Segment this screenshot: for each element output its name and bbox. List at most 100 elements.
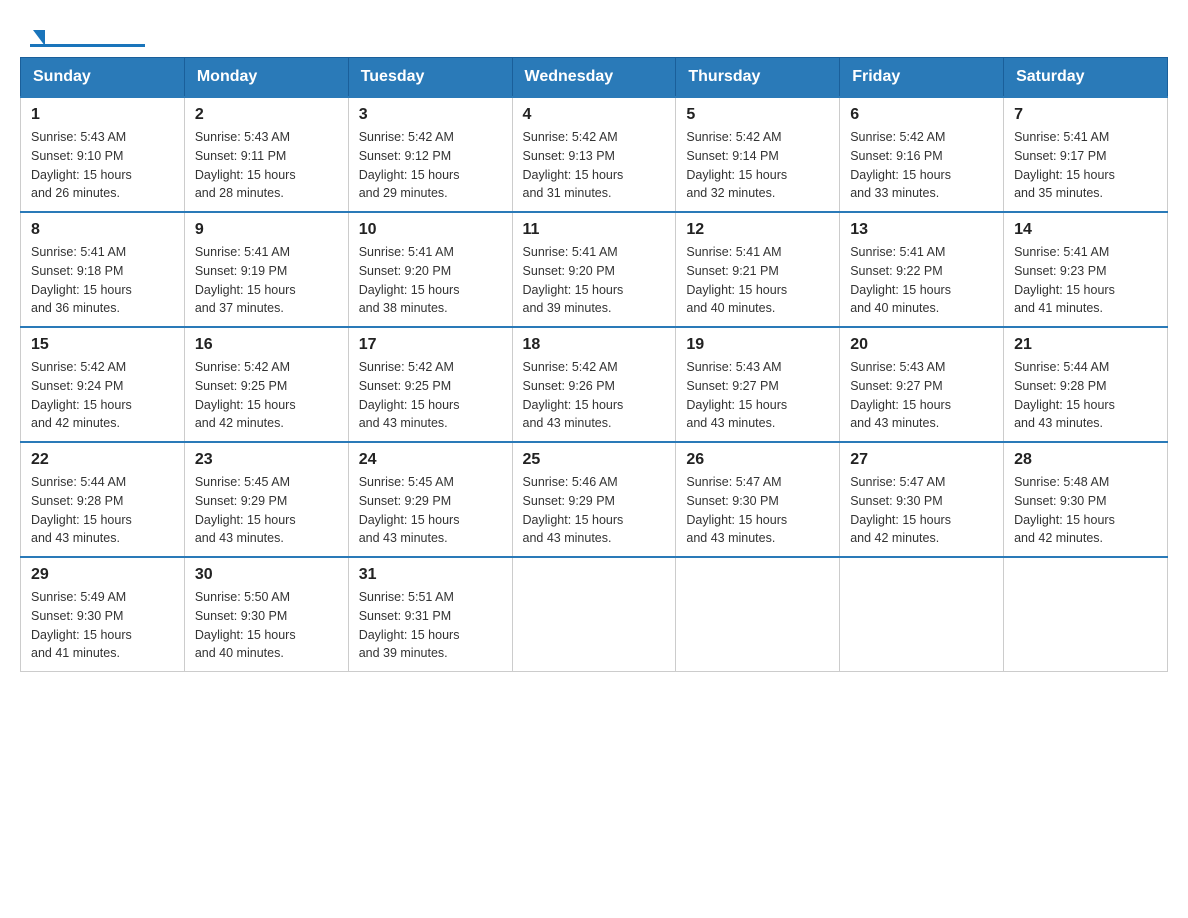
day-number: 20 — [850, 336, 993, 354]
calendar-week-4: 22 Sunrise: 5:44 AM Sunset: 9:28 PM Dayl… — [21, 442, 1168, 557]
calendar-empty-cell — [840, 557, 1004, 672]
day-info: Sunrise: 5:43 AM Sunset: 9:11 PM Dayligh… — [195, 128, 338, 203]
day-info: Sunrise: 5:41 AM Sunset: 9:18 PM Dayligh… — [31, 243, 174, 318]
weekday-header-thursday: Thursday — [676, 58, 840, 98]
day-number: 24 — [359, 451, 502, 469]
day-info: Sunrise: 5:41 AM Sunset: 9:19 PM Dayligh… — [195, 243, 338, 318]
weekday-header-row: SundayMondayTuesdayWednesdayThursdayFrid… — [21, 58, 1168, 98]
calendar-day-8: 8 Sunrise: 5:41 AM Sunset: 9:18 PM Dayli… — [21, 212, 185, 327]
calendar-day-25: 25 Sunrise: 5:46 AM Sunset: 9:29 PM Dayl… — [512, 442, 676, 557]
day-info: Sunrise: 5:43 AM Sunset: 9:10 PM Dayligh… — [31, 128, 174, 203]
calendar-day-5: 5 Sunrise: 5:42 AM Sunset: 9:14 PM Dayli… — [676, 97, 840, 212]
page-header — [20, 20, 1168, 47]
calendar-day-3: 3 Sunrise: 5:42 AM Sunset: 9:12 PM Dayli… — [348, 97, 512, 212]
day-number: 7 — [1014, 106, 1157, 124]
day-number: 14 — [1014, 221, 1157, 239]
day-info: Sunrise: 5:43 AM Sunset: 9:27 PM Dayligh… — [686, 358, 829, 433]
weekday-header-saturday: Saturday — [1004, 58, 1168, 98]
day-number: 19 — [686, 336, 829, 354]
calendar-day-1: 1 Sunrise: 5:43 AM Sunset: 9:10 PM Dayli… — [21, 97, 185, 212]
day-info: Sunrise: 5:51 AM Sunset: 9:31 PM Dayligh… — [359, 588, 502, 663]
day-number: 6 — [850, 106, 993, 124]
day-number: 16 — [195, 336, 338, 354]
calendar-day-31: 31 Sunrise: 5:51 AM Sunset: 9:31 PM Dayl… — [348, 557, 512, 672]
calendar-day-18: 18 Sunrise: 5:42 AM Sunset: 9:26 PM Dayl… — [512, 327, 676, 442]
day-info: Sunrise: 5:47 AM Sunset: 9:30 PM Dayligh… — [850, 473, 993, 548]
day-number: 23 — [195, 451, 338, 469]
logo-triangle-icon — [33, 30, 45, 46]
logo-icon — [30, 30, 145, 47]
day-number: 1 — [31, 106, 174, 124]
day-info: Sunrise: 5:47 AM Sunset: 9:30 PM Dayligh… — [686, 473, 829, 548]
weekday-header-wednesday: Wednesday — [512, 58, 676, 98]
calendar-week-5: 29 Sunrise: 5:49 AM Sunset: 9:30 PM Dayl… — [21, 557, 1168, 672]
day-info: Sunrise: 5:41 AM Sunset: 9:22 PM Dayligh… — [850, 243, 993, 318]
day-info: Sunrise: 5:42 AM Sunset: 9:26 PM Dayligh… — [523, 358, 666, 433]
day-info: Sunrise: 5:46 AM Sunset: 9:29 PM Dayligh… — [523, 473, 666, 548]
day-info: Sunrise: 5:45 AM Sunset: 9:29 PM Dayligh… — [359, 473, 502, 548]
day-number: 15 — [31, 336, 174, 354]
calendar-day-14: 14 Sunrise: 5:41 AM Sunset: 9:23 PM Dayl… — [1004, 212, 1168, 327]
day-number: 22 — [31, 451, 174, 469]
day-info: Sunrise: 5:42 AM Sunset: 9:25 PM Dayligh… — [195, 358, 338, 433]
calendar-day-7: 7 Sunrise: 5:41 AM Sunset: 9:17 PM Dayli… — [1004, 97, 1168, 212]
calendar-day-11: 11 Sunrise: 5:41 AM Sunset: 9:20 PM Dayl… — [512, 212, 676, 327]
day-info: Sunrise: 5:42 AM Sunset: 9:14 PM Dayligh… — [686, 128, 829, 203]
day-info: Sunrise: 5:44 AM Sunset: 9:28 PM Dayligh… — [1014, 358, 1157, 433]
day-info: Sunrise: 5:48 AM Sunset: 9:30 PM Dayligh… — [1014, 473, 1157, 548]
day-number: 29 — [31, 566, 174, 584]
calendar-day-30: 30 Sunrise: 5:50 AM Sunset: 9:30 PM Dayl… — [184, 557, 348, 672]
calendar-day-27: 27 Sunrise: 5:47 AM Sunset: 9:30 PM Dayl… — [840, 442, 1004, 557]
day-number: 31 — [359, 566, 502, 584]
day-info: Sunrise: 5:41 AM Sunset: 9:20 PM Dayligh… — [359, 243, 502, 318]
calendar-day-6: 6 Sunrise: 5:42 AM Sunset: 9:16 PM Dayli… — [840, 97, 1004, 212]
day-number: 3 — [359, 106, 502, 124]
calendar-day-4: 4 Sunrise: 5:42 AM Sunset: 9:13 PM Dayli… — [512, 97, 676, 212]
weekday-header-friday: Friday — [840, 58, 1004, 98]
day-number: 10 — [359, 221, 502, 239]
day-number: 25 — [523, 451, 666, 469]
day-number: 21 — [1014, 336, 1157, 354]
day-number: 27 — [850, 451, 993, 469]
day-info: Sunrise: 5:41 AM Sunset: 9:17 PM Dayligh… — [1014, 128, 1157, 203]
calendar-day-20: 20 Sunrise: 5:43 AM Sunset: 9:27 PM Dayl… — [840, 327, 1004, 442]
day-number: 2 — [195, 106, 338, 124]
day-number: 8 — [31, 221, 174, 239]
day-info: Sunrise: 5:50 AM Sunset: 9:30 PM Dayligh… — [195, 588, 338, 663]
day-info: Sunrise: 5:42 AM Sunset: 9:16 PM Dayligh… — [850, 128, 993, 203]
day-number: 26 — [686, 451, 829, 469]
day-number: 11 — [523, 221, 666, 239]
calendar-day-15: 15 Sunrise: 5:42 AM Sunset: 9:24 PM Dayl… — [21, 327, 185, 442]
day-number: 5 — [686, 106, 829, 124]
day-number: 13 — [850, 221, 993, 239]
day-info: Sunrise: 5:41 AM Sunset: 9:20 PM Dayligh… — [523, 243, 666, 318]
calendar-day-9: 9 Sunrise: 5:41 AM Sunset: 9:19 PM Dayli… — [184, 212, 348, 327]
calendar-day-2: 2 Sunrise: 5:43 AM Sunset: 9:11 PM Dayli… — [184, 97, 348, 212]
calendar-day-19: 19 Sunrise: 5:43 AM Sunset: 9:27 PM Dayl… — [676, 327, 840, 442]
calendar-day-29: 29 Sunrise: 5:49 AM Sunset: 9:30 PM Dayl… — [21, 557, 185, 672]
calendar-empty-cell — [676, 557, 840, 672]
calendar-day-12: 12 Sunrise: 5:41 AM Sunset: 9:21 PM Dayl… — [676, 212, 840, 327]
day-number: 17 — [359, 336, 502, 354]
calendar-day-26: 26 Sunrise: 5:47 AM Sunset: 9:30 PM Dayl… — [676, 442, 840, 557]
weekday-header-monday: Monday — [184, 58, 348, 98]
day-info: Sunrise: 5:42 AM Sunset: 9:24 PM Dayligh… — [31, 358, 174, 433]
calendar-day-28: 28 Sunrise: 5:48 AM Sunset: 9:30 PM Dayl… — [1004, 442, 1168, 557]
day-info: Sunrise: 5:43 AM Sunset: 9:27 PM Dayligh… — [850, 358, 993, 433]
day-number: 30 — [195, 566, 338, 584]
day-number: 18 — [523, 336, 666, 354]
day-info: Sunrise: 5:41 AM Sunset: 9:21 PM Dayligh… — [686, 243, 829, 318]
logo-underline — [30, 44, 145, 47]
calendar-day-23: 23 Sunrise: 5:45 AM Sunset: 9:29 PM Dayl… — [184, 442, 348, 557]
calendar-table: SundayMondayTuesdayWednesdayThursdayFrid… — [20, 57, 1168, 672]
calendar-day-22: 22 Sunrise: 5:44 AM Sunset: 9:28 PM Dayl… — [21, 442, 185, 557]
day-info: Sunrise: 5:42 AM Sunset: 9:25 PM Dayligh… — [359, 358, 502, 433]
day-info: Sunrise: 5:41 AM Sunset: 9:23 PM Dayligh… — [1014, 243, 1157, 318]
day-info: Sunrise: 5:42 AM Sunset: 9:13 PM Dayligh… — [523, 128, 666, 203]
calendar-day-13: 13 Sunrise: 5:41 AM Sunset: 9:22 PM Dayl… — [840, 212, 1004, 327]
calendar-empty-cell — [1004, 557, 1168, 672]
day-number: 28 — [1014, 451, 1157, 469]
calendar-day-17: 17 Sunrise: 5:42 AM Sunset: 9:25 PM Dayl… — [348, 327, 512, 442]
logo — [30, 30, 145, 47]
weekday-header-tuesday: Tuesday — [348, 58, 512, 98]
